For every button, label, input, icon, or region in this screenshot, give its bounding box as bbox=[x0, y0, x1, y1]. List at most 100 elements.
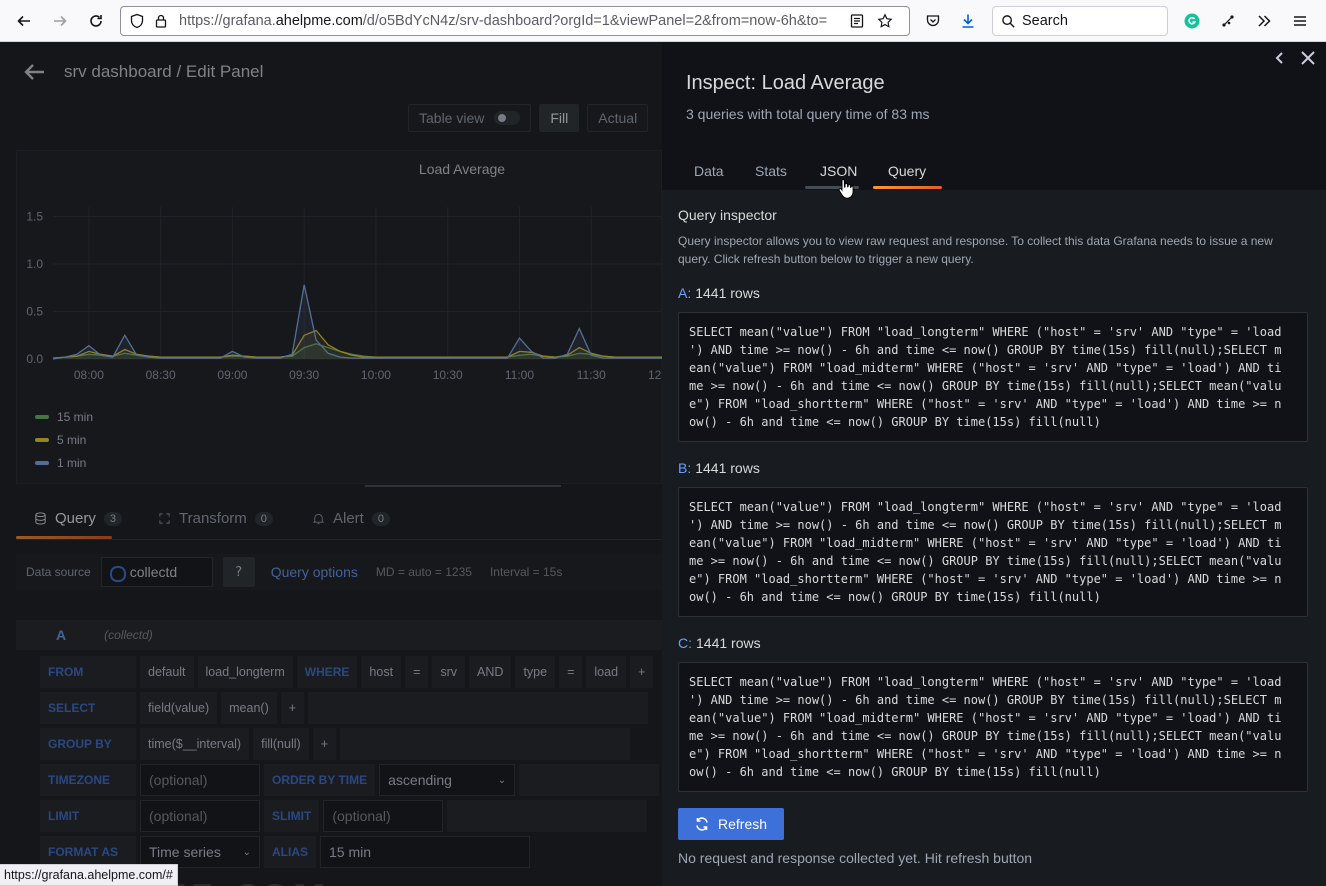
legend-item[interactable]: 15 min bbox=[35, 405, 93, 428]
legend-label: 1 min bbox=[57, 455, 87, 470]
and-condition[interactable]: AND bbox=[469, 656, 512, 688]
timezone-input[interactable]: (optional) bbox=[140, 764, 260, 796]
x-tick-label: 08:00 bbox=[74, 368, 104, 382]
tag-value-load[interactable]: load bbox=[586, 656, 627, 688]
query-options-link[interactable]: Query options bbox=[271, 564, 358, 580]
tag-operator-2[interactable]: = bbox=[559, 656, 583, 688]
tab-transform-label: Transform bbox=[179, 510, 247, 527]
query-a-ref: A: bbox=[678, 285, 692, 301]
grammarly-icon[interactable] bbox=[1178, 7, 1206, 35]
query-b-rows: 1441 rows bbox=[695, 460, 760, 476]
orderby-value: ascending bbox=[388, 772, 452, 788]
table-view-toggle[interactable]: Table view bbox=[408, 104, 532, 132]
interval-meta: Interval = 15s bbox=[489, 565, 563, 579]
add-select-button[interactable]: + bbox=[280, 692, 305, 724]
add-groupby-button[interactable]: + bbox=[312, 728, 336, 760]
panel-resize-handle[interactable] bbox=[365, 485, 561, 487]
query-c-label: C: 1441 rows bbox=[678, 635, 761, 651]
limit-input[interactable]: (optional) bbox=[140, 800, 260, 832]
downloads-icon[interactable] bbox=[954, 7, 982, 35]
actual-button[interactable]: Actual bbox=[587, 104, 649, 132]
select-field[interactable]: field(value) bbox=[140, 692, 218, 724]
tab-transform[interactable]: Transform 0 bbox=[158, 510, 273, 527]
hamburger-menu-icon[interactable] bbox=[1286, 7, 1314, 35]
tab-alert[interactable]: Alert 0 bbox=[312, 510, 390, 527]
pocket-icon[interactable] bbox=[919, 7, 947, 35]
tag-key-type[interactable]: type bbox=[515, 656, 556, 688]
legend-item[interactable]: 5 min bbox=[35, 428, 93, 451]
query-c-rows: 1441 rows bbox=[696, 635, 761, 651]
query-b-sql[interactable]: SELECT mean("value") FROM "load_longterm… bbox=[678, 487, 1308, 617]
forward-icon[interactable] bbox=[46, 7, 74, 35]
query-a-sql[interactable]: SELECT mean("value") FROM "load_longterm… bbox=[678, 312, 1308, 442]
back-icon[interactable] bbox=[10, 7, 38, 35]
shield-icon[interactable] bbox=[129, 13, 145, 29]
select-row-filler bbox=[308, 692, 649, 724]
retention-policy[interactable]: default bbox=[140, 656, 194, 688]
alias-input[interactable]: 15 min bbox=[320, 836, 530, 868]
tab-alert-label: Alert bbox=[333, 510, 364, 527]
timezone-keyword: TIMEZONE bbox=[40, 764, 136, 796]
format-value: Time series bbox=[149, 844, 221, 860]
extension-icon[interactable] bbox=[1214, 7, 1242, 35]
chart-legend: 15 min 5 min 1 min bbox=[35, 405, 93, 474]
expand-chevron-left-icon[interactable] bbox=[1270, 48, 1290, 68]
help-icon[interactable]: ? bbox=[222, 557, 255, 587]
groupby-fill[interactable]: fill(null) bbox=[253, 728, 309, 760]
query-c-sql[interactable]: SELECT mean("value") FROM "load_longterm… bbox=[678, 662, 1308, 792]
back-arrow-icon[interactable] bbox=[22, 62, 46, 82]
from-row: FROM default load_longterm WHERE host = … bbox=[40, 656, 654, 688]
reader-view-icon[interactable] bbox=[849, 13, 865, 29]
bookmark-star-icon[interactable] bbox=[877, 13, 893, 29]
tab-json[interactable]: JSON bbox=[820, 163, 857, 179]
timezone-row: TIMEZONE (optional) ORDER BY TIME ascend… bbox=[40, 764, 660, 796]
query-b-label: B: 1441 rows bbox=[678, 460, 760, 476]
chevron-down-icon: ⌄ bbox=[242, 846, 251, 858]
database-icon bbox=[35, 512, 46, 525]
hand-cursor-icon bbox=[838, 178, 854, 199]
chevron-down-icon: ⌄ bbox=[497, 774, 507, 786]
datasource-select[interactable]: collectd bbox=[100, 557, 213, 587]
refresh-button[interactable]: Refresh bbox=[678, 808, 784, 840]
orderby-select[interactable]: ascending ⌄ bbox=[379, 764, 516, 796]
tag-key-host[interactable]: host bbox=[361, 656, 402, 688]
orderby-keyword: ORDER BY TIME bbox=[264, 764, 376, 796]
tab-query[interactable]: Query 3 bbox=[34, 510, 122, 527]
limit-row-filler bbox=[447, 800, 648, 832]
slimit-input[interactable]: (optional) bbox=[323, 800, 444, 832]
query-tabs: Query 3 Transform 0 Alert 0 bbox=[16, 502, 662, 540]
lock-icon[interactable] bbox=[153, 13, 169, 29]
add-tag-button[interactable]: + bbox=[630, 656, 654, 688]
search-box[interactable]: Search bbox=[992, 6, 1168, 36]
tab-query-inspect[interactable]: Query bbox=[888, 163, 926, 179]
tab-query-label: Query bbox=[55, 510, 96, 527]
search-placeholder: Search bbox=[1022, 13, 1068, 29]
tab-stats[interactable]: Stats bbox=[755, 163, 787, 179]
fill-button[interactable]: Fill bbox=[539, 104, 580, 132]
tab-data[interactable]: Data bbox=[694, 163, 724, 179]
refresh-icon bbox=[696, 817, 708, 831]
url-text[interactable]: https://grafana.ahelpme.com/d/o5BdYcN4z/… bbox=[179, 13, 839, 29]
x-tick-label: 10:00 bbox=[361, 368, 391, 382]
select-aggregation[interactable]: mean() bbox=[221, 692, 277, 724]
tag-operator[interactable]: = bbox=[405, 656, 429, 688]
query-row-header[interactable]: A (collectd) bbox=[16, 620, 662, 650]
reload-icon[interactable] bbox=[82, 7, 110, 35]
toggle-switch-icon[interactable] bbox=[494, 111, 521, 125]
url-bar[interactable]: https://grafana.ahelpme.com/d/o5BdYcN4z/… bbox=[120, 6, 910, 36]
inspect-subtitle: 3 queries with total query time of 83 ms bbox=[686, 106, 930, 122]
slimit-keyword: SLIMIT bbox=[264, 800, 320, 832]
groupby-keyword: GROUP BY bbox=[40, 728, 136, 760]
overflow-chevrons-icon[interactable] bbox=[1250, 7, 1278, 35]
y-tick-label: 0.0 bbox=[26, 352, 43, 366]
query-inspector-title: Query inspector bbox=[678, 207, 777, 223]
close-icon[interactable] bbox=[1298, 48, 1318, 68]
legend-swatch bbox=[35, 414, 49, 419]
drawer-header: Inspect: Load Average 3 queries with tot… bbox=[662, 42, 1326, 190]
legend-item[interactable]: 1 min bbox=[35, 451, 93, 474]
query-ref-id[interactable]: A bbox=[56, 627, 66, 643]
query-a-rows: 1441 rows bbox=[695, 285, 760, 301]
tag-value-srv[interactable]: srv bbox=[432, 656, 466, 688]
groupby-time[interactable]: time($__interval) bbox=[140, 728, 250, 760]
measurement[interactable]: load_longterm bbox=[197, 656, 293, 688]
